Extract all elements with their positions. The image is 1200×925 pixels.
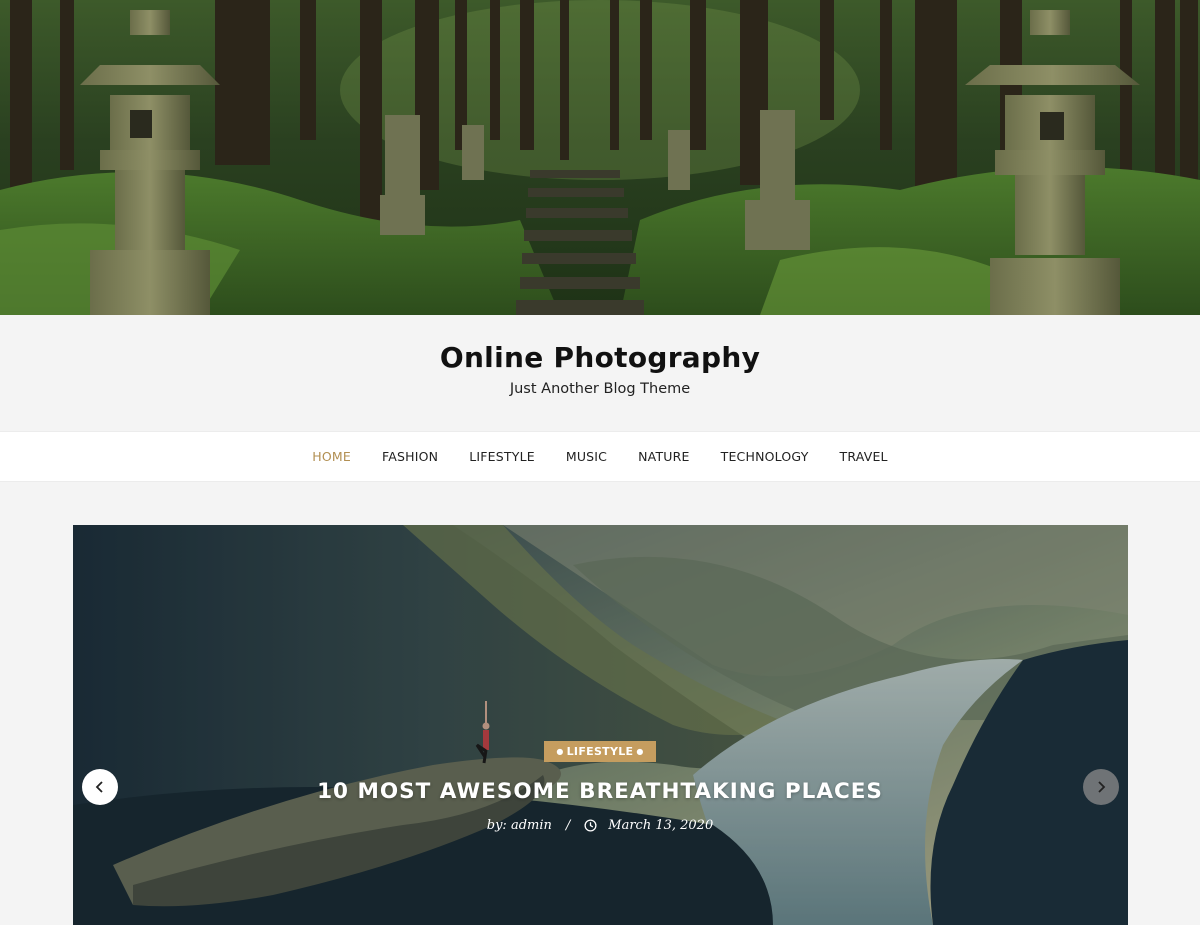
site-tagline: Just Another Blog Theme — [509, 381, 691, 397]
nav-item-nature[interactable]: NATURE — [638, 449, 690, 464]
nav-menu: HOME FASHION LIFESTYLE MUSIC NATURE TECH… — [297, 449, 903, 464]
slide-meta: by: admin / March 13, 2020 — [73, 818, 1128, 833]
nav-item-travel[interactable]: TRAVEL — [840, 449, 888, 464]
slide-title[interactable]: 10 MOST AWESOME BREATHTAKING PLACES — [73, 779, 1128, 804]
post-author[interactable]: by: admin — [487, 818, 552, 833]
nav-item-home[interactable]: HOME — [312, 449, 351, 464]
category-label: LIFESTYLE — [566, 745, 634, 758]
nav-item-technology[interactable]: TECHNOLOGY — [721, 449, 809, 464]
slide-caption: ● LIFESTYLE ● 10 MOST AWESOME BREATHTAKING… — [73, 741, 1128, 833]
nav-item-lifestyle[interactable]: LIFESTYLE — [469, 449, 535, 464]
nav-item-music[interactable]: MUSIC — [566, 449, 607, 464]
main-navigation: HOME FASHION LIFESTYLE MUSIC NATURE TECH… — [0, 431, 1200, 482]
bullet-icon: ● — [556, 747, 564, 756]
featured-slider: ● LIFESTYLE ● 10 MOST AWESOME BREATHTAKING… — [72, 525, 1128, 925]
slide-image — [72, 525, 1128, 925]
meta-separator: / — [565, 818, 571, 833]
category-badge[interactable]: ● LIFESTYLE ● — [544, 741, 656, 762]
site-branding: Online Photography Just Another Blog The… — [0, 315, 1200, 431]
clock-icon — [584, 818, 598, 833]
site-title[interactable]: Online Photography — [0, 339, 1200, 377]
header-banner-image — [0, 0, 1200, 315]
bullet-icon: ● — [636, 747, 644, 756]
post-date[interactable]: March 13, 2020 — [608, 818, 713, 833]
nav-item-fashion[interactable]: FASHION — [382, 449, 438, 464]
slider-container: ● LIFESTYLE ● 10 MOST AWESOME BREATHTAKING… — [0, 482, 1200, 925]
